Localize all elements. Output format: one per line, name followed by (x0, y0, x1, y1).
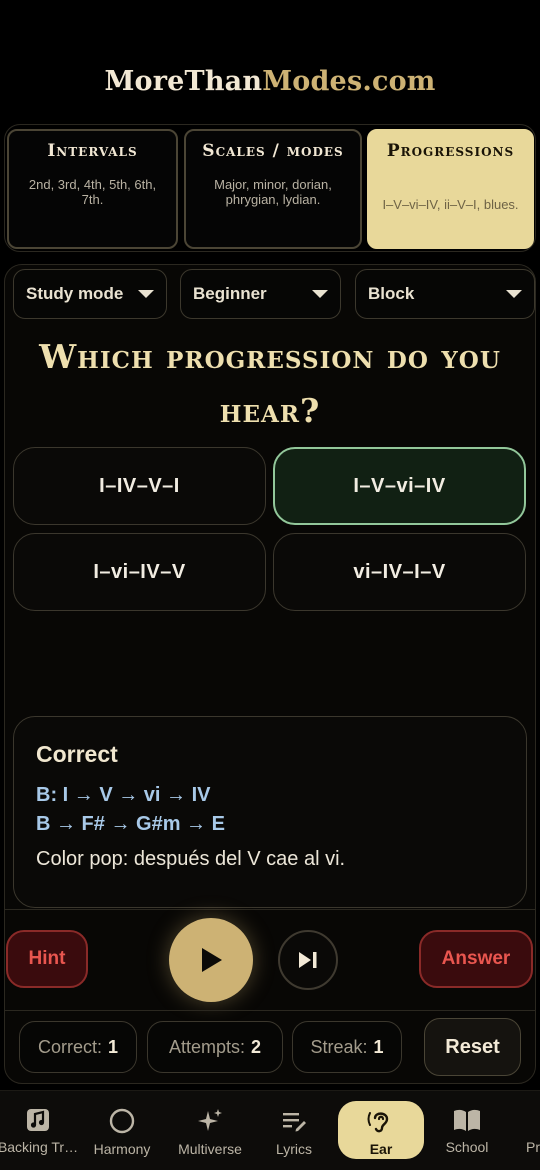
mode-dropdown[interactable]: Study mode (13, 269, 167, 319)
feedback-note: Color pop: después del V cae al vi. (36, 848, 346, 870)
nav-label: Ear (369, 1141, 393, 1157)
chevron-down-icon (312, 290, 328, 298)
stat-streak: Streak: 1 (292, 1021, 402, 1073)
logo-text-part3: .com (362, 66, 436, 97)
logo-text-part1: MoreThan (104, 66, 263, 97)
nav-item-ear[interactable]: Ear (338, 1091, 424, 1170)
stat-label: Correct: (37, 1036, 102, 1057)
voicing-dropdown[interactable]: Block (355, 269, 535, 319)
chevron-down-icon (138, 290, 154, 298)
nav-item-backing-tracks[interactable]: Backing Tr… (0, 1091, 79, 1170)
answer-option-1[interactable]: I–IV–V–I (13, 447, 266, 525)
feedback-roman-numerals: B: I → V → vi → IV (36, 784, 211, 806)
circle-icon (109, 1108, 135, 1134)
mode-value: Study mode (26, 284, 124, 303)
nav-item-lyrics[interactable]: Lyrics (262, 1091, 326, 1170)
stat-correct: Correct: 1 (19, 1021, 137, 1073)
nav-label: Harmony (93, 1141, 151, 1157)
divider (5, 1010, 535, 1011)
stat-label: Attempts: (168, 1036, 245, 1057)
nav-item-partial[interactable]: Pr (512, 1091, 540, 1170)
sparkle-icon (198, 1109, 222, 1131)
answer-option-4[interactable]: vi–IV–I–V (273, 533, 526, 611)
tab-description: 2nd, 3rd, 4th, 5th, 6th, 7th. (28, 177, 157, 207)
tab-intervals[interactable]: Intervals 2nd, 3rd, 4th, 5th, 6th, 7th. (7, 129, 178, 249)
nav-item-multiverse[interactable]: Multiverse (170, 1091, 250, 1170)
stat-attempts: Attempts: 2 (147, 1021, 283, 1073)
feedback-title: Correct (36, 741, 118, 767)
nav-label: Pr (526, 1139, 540, 1155)
question-heading: Which progression do you hear? (39, 337, 501, 430)
nav-label: School (445, 1139, 489, 1155)
logo-text-part2: Modes (262, 66, 363, 97)
overflow-icon (512, 1107, 538, 1133)
feedback-chords: B → F# → G#m → E (36, 813, 225, 835)
nav-item-school[interactable]: School (436, 1091, 498, 1170)
answer-option-3[interactable]: I–vi–IV–V (13, 533, 266, 611)
hint-button[interactable]: Hint (6, 930, 88, 988)
answer-option-2[interactable]: I–V–vi–IV (273, 447, 526, 525)
tab-scales-modes[interactable]: Scales / modes Major, minor, dorian, phr… (184, 129, 362, 249)
nav-label: Lyrics (275, 1141, 313, 1157)
level-dropdown[interactable]: Beginner (180, 269, 341, 319)
tab-description: I–V–vi–IV, ii–V–I, blues. (382, 197, 519, 212)
divider (5, 909, 535, 910)
tab-title: Scales / modes (202, 141, 344, 161)
feedback-card: Correct B: I → V → vi → IV B → F# → G#m … (13, 716, 527, 908)
nav-item-harmony[interactable]: Harmony (86, 1091, 158, 1170)
ear-icon (367, 1112, 389, 1133)
stat-value: 2 (251, 1036, 262, 1057)
play-button[interactable] (169, 918, 253, 1002)
tab-title: Intervals (47, 141, 138, 161)
book-icon (454, 1109, 480, 1131)
tab-progressions[interactable]: Progressions I–V–vi–IV, ii–V–I, blues. (367, 129, 534, 249)
nav-label: Multiverse (178, 1141, 242, 1157)
edit-lines-icon (283, 1113, 306, 1132)
chevron-down-icon (506, 290, 522, 298)
voicing-value: Block (368, 284, 415, 303)
music-note-icon (27, 1109, 49, 1131)
level-value: Beginner (193, 284, 267, 303)
bottom-nav: Backing Tr… Harmony Multiverse Lyrics Ea… (0, 1090, 540, 1170)
play-icon (202, 948, 222, 972)
category-tabs: Intervals 2nd, 3rd, 4th, 5th, 6th, 7th. … (4, 124, 536, 252)
skip-next-icon (299, 952, 317, 968)
nav-label: Backing Tr… (0, 1139, 79, 1155)
next-button[interactable] (278, 930, 338, 990)
tab-title: Progressions (386, 141, 515, 161)
stat-label: Streak: (310, 1036, 368, 1057)
stat-value: 1 (373, 1036, 384, 1057)
site-logo: MoreThanModes.com (0, 66, 540, 97)
tab-description: Major, minor, dorian, phrygian, lydian. (214, 177, 332, 207)
stat-value: 1 (108, 1036, 119, 1057)
answer-button[interactable]: Answer (419, 930, 533, 988)
reset-button[interactable]: Reset (424, 1018, 521, 1076)
